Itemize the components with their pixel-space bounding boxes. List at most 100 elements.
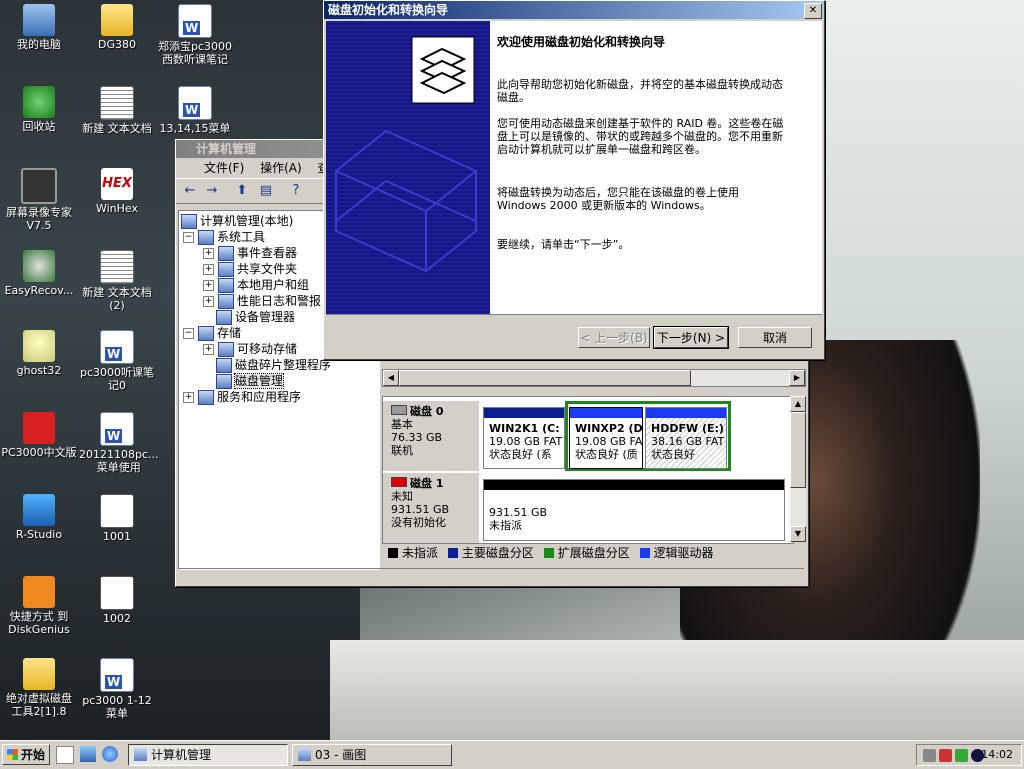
expand-icon[interactable]: + [183, 392, 194, 403]
partition-d[interactable]: WINXP2 (D 19.08 GB FA 状态良好 (质 [569, 407, 643, 469]
tree-item-perf-logs[interactable]: + 性能日志和警报 [203, 293, 321, 309]
users-icon [218, 278, 234, 293]
next-button[interactable]: 下一步(N) > [653, 326, 729, 349]
taskbar: 开始 计算机管理 03 - 画图 14:02 [0, 740, 1024, 769]
tree-item-local-users[interactable]: + 本地用户和组 [203, 277, 309, 293]
vscroll-thumb[interactable] [790, 412, 806, 488]
disk-1-row[interactable]: 磁盘 1 未知 931.51 GB 没有初始化 931.51 GB 未指派 [383, 473, 793, 543]
menu-action[interactable]: 操作(A) [254, 161, 308, 175]
recycle-bin-icon [23, 86, 55, 118]
up-folder-icon[interactable]: ⬆ [232, 182, 252, 200]
expand-icon[interactable]: + [203, 280, 214, 291]
close-icon[interactable]: ✕ [804, 3, 822, 19]
desktop-icon-20121108[interactable]: 20121108pc...菜单使用 [78, 412, 159, 474]
legend-logical-swatch [639, 548, 650, 558]
tree-item-root[interactable]: 计算机管理(本地) [181, 213, 293, 229]
tree-item-services-apps[interactable]: + 服务和应用程序 [183, 389, 301, 405]
start-button[interactable]: 开始 [2, 744, 50, 765]
desktop-icon-notes-wd[interactable]: 郑添宝pc3000西数听课笔记 [156, 4, 234, 66]
tools-icon [198, 230, 214, 245]
wizard-title: 磁盘初始化和转换向导 [328, 3, 449, 17]
desktop-icon-new-text[interactable]: 新建 文本文档 [78, 86, 156, 135]
tree-item-system-tools[interactable]: − 系统工具 [183, 229, 265, 245]
tree-item-disk-management[interactable]: 磁盘管理 [216, 373, 285, 389]
scroll-right-icon[interactable]: ▶ [789, 370, 805, 386]
partition-c[interactable]: WIN2K1 (C: 19.08 GB FAT 状态良好 (系 [483, 407, 565, 469]
scroll-up-icon[interactable]: ▲ [790, 396, 806, 412]
collapse-icon[interactable]: − [183, 328, 194, 339]
collapse-icon[interactable]: − [183, 232, 194, 243]
disk-0-row[interactable]: 磁盘 0 基本 76.33 GB 联机 WIN2K1 (C: 19.08 GB F… [383, 401, 793, 471]
wizard-paragraph-1: 此向导帮助您初始化新磁盘，并将空的基本磁盘转换成动态磁盘。 [497, 78, 783, 104]
desktop-icon-pc3000-menu[interactable]: pc3000 1-12菜单 [78, 658, 156, 720]
desktop-icon-ghost32[interactable]: ghost32 [0, 330, 78, 377]
wizard-paragraph-2: 您可使用动态磁盘来创建基于软件的 RAID 卷。这些卷在磁盘上可以是镜像的、带状… [497, 117, 784, 156]
wizard-content: 欢迎使用磁盘初始化和转换向导 此向导帮助您初始化新磁盘，并将空的基本磁盘转换成动… [490, 21, 822, 314]
tree-item-shared-folders[interactable]: + 共享文件夹 [203, 261, 297, 277]
back-arrow-icon[interactable]: ← [180, 182, 200, 200]
disk-1-info[interactable]: 磁盘 1 未知 931.51 GB 没有初始化 [383, 473, 479, 543]
desktop-icon-winhex[interactable]: HEX WinHex [78, 168, 156, 215]
cancel-button[interactable]: 取消 [738, 327, 812, 348]
desktop-icon-diskgenius[interactable]: 快捷方式 到 DiskGenius [0, 576, 78, 636]
tree-item-device-manager[interactable]: 设备管理器 [216, 309, 295, 325]
ghost-icon [23, 330, 55, 362]
r-studio-icon [23, 494, 55, 526]
unallocated-space[interactable]: 931.51 GB 未指派 [483, 479, 785, 541]
tree-item-defrag[interactable]: 磁盘碎片整理程序 [216, 357, 331, 373]
wallpaper-counter [330, 640, 1024, 740]
disk-view-vscrollbar[interactable]: ▲ ▼ [790, 396, 806, 542]
desktop-icon-my-computer[interactable]: 我的电脑 [0, 4, 78, 51]
hscroll-thumb[interactable] [399, 370, 691, 386]
defrag-icon [216, 358, 232, 373]
legend-primary-swatch [447, 548, 458, 558]
wizard-titlebar[interactable]: 磁盘初始化和转换向导 ✕ [324, 1, 824, 19]
forward-arrow-icon[interactable]: → [202, 182, 222, 200]
network-quicklaunch-icon[interactable] [80, 746, 96, 762]
desktop-icon-pc3000-cn[interactable]: PC3000中文版 [0, 412, 78, 459]
text-file-icon [100, 86, 134, 120]
ie-quicklaunch-icon[interactable] [102, 746, 118, 762]
winhex-icon: HEX [101, 168, 133, 200]
cm-statusbar [178, 568, 804, 585]
disk-init-wizard-dialog[interactable]: 磁盘初始化和转换向导 ✕ 欢迎使用磁盘初始化和转换向导 此向导帮助您初始化新磁盘… [323, 0, 825, 360]
volume-list-hscrollbar[interactable]: ◀ ▶ [382, 369, 806, 387]
task-computer-management[interactable]: 计算机管理 [128, 744, 288, 766]
desktop-icon-dg380[interactable]: DG380 [78, 4, 156, 51]
show-tree-icon[interactable]: ▤ [256, 182, 276, 200]
expand-icon[interactable]: + [203, 296, 214, 307]
menu-file[interactable]: 文件(F) [198, 161, 250, 175]
tray-network-icon[interactable] [923, 749, 936, 762]
computer-icon [23, 4, 55, 36]
desktop-icon-r-studio[interactable]: R-Studio [0, 494, 78, 541]
partition-e[interactable]: HDDFW (E:) 38.16 GB FAT 状态良好 [645, 407, 727, 469]
desktop-icon-1002[interactable]: 1002 [78, 576, 156, 625]
tray-security-icon[interactable] [939, 749, 952, 762]
desktop-icon-1001[interactable]: 1001 [78, 494, 156, 543]
back-button[interactable]: < 上一步(B) [578, 327, 650, 348]
tree-item-storage[interactable]: − 存储 [183, 325, 241, 341]
winhex-quicklaunch-icon[interactable] [56, 746, 74, 764]
expand-icon[interactable]: + [203, 344, 214, 355]
desktop-icon-pc3000-notes[interactable]: pc3000听课笔记0 [78, 330, 156, 392]
expand-icon[interactable]: + [203, 248, 214, 259]
text-file-icon [100, 250, 134, 284]
disk-legend: 未指派 主要磁盘分区 扩展磁盘分区 逻辑驱动器 [382, 544, 804, 562]
tree-item-removable-storage[interactable]: + 可移动存储 [203, 341, 297, 357]
tray-shield-icon[interactable] [955, 749, 968, 762]
scroll-down-icon[interactable]: ▼ [790, 526, 806, 542]
disk-0-info[interactable]: 磁盘 0 基本 76.33 GB 联机 [383, 401, 479, 471]
task-paint[interactable]: 03 - 画图 [292, 744, 452, 766]
desktop-icon-virtual-disk[interactable]: 绝对虚拟磁盘工具2[1].8 [0, 658, 78, 718]
desktop-icon-menu-13-15[interactable]: 13,14,15菜单 [156, 86, 234, 135]
scroll-left-icon[interactable]: ◀ [383, 370, 399, 386]
disk-management-icon [216, 374, 232, 389]
tree-item-event-viewer[interactable]: + 事件查看器 [203, 245, 297, 261]
desktop-icon-screen-recorder[interactable]: 屏幕录像专家V7.5 [0, 168, 78, 232]
expand-icon[interactable]: + [203, 264, 214, 275]
desktop-icon-recycle-bin[interactable]: 回收站 [0, 86, 78, 133]
clock[interactable]: 14:02 [981, 748, 1013, 761]
desktop-icon-easyrecovery[interactable]: EasyRecov... [0, 250, 78, 297]
desktop-icon-new-text-2[interactable]: 新建 文本文档 (2) [78, 250, 156, 312]
help-icon[interactable]: ? [286, 182, 306, 200]
